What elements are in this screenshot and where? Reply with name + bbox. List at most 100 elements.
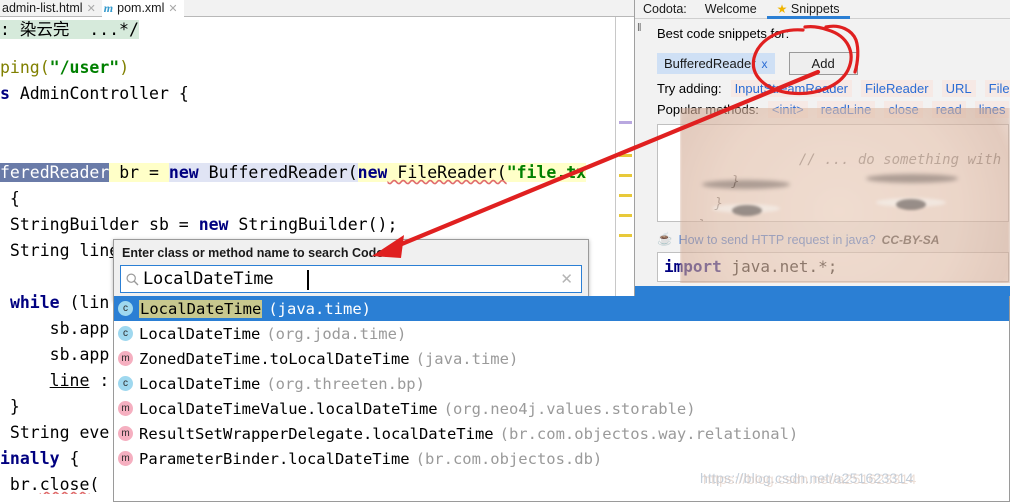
code-token: )	[119, 58, 130, 77]
code-token: "/user"	[49, 58, 120, 77]
snippet-source-link[interactable]: How to send HTTP request in java?	[679, 233, 876, 247]
scroll-marker[interactable]	[619, 121, 632, 124]
editor-tab-label: pom.xml	[117, 1, 165, 15]
code-token: br.	[0, 475, 40, 494]
code-token: feredReader	[0, 163, 110, 182]
chip-remove-icon[interactable]: x	[762, 57, 768, 71]
maven-file-icon: m	[103, 0, 114, 15]
code-token: }	[0, 397, 20, 416]
code-token: StringBuilder();	[228, 215, 398, 234]
search-result-name: LocalDateTime	[139, 374, 261, 393]
code-token: :	[89, 371, 110, 390]
code-token: AdminController {	[9, 84, 189, 103]
code-line: : 染云完 ...*/	[0, 17, 139, 43]
screenshot-root: admin-list.html ✕ m pom.xml ✕ : 染云完 ...*…	[0, 0, 1010, 502]
search-result-package: (br.com.objectos.way.relational)	[499, 424, 799, 443]
snippet2-keyword: import	[664, 257, 722, 276]
code-line: }	[0, 394, 20, 420]
code-token: inally	[0, 449, 60, 468]
query-chip-bufferedreader[interactable]: BufferedReader x	[657, 53, 775, 74]
search-result-item[interactable]: c LocalDateTime (org.joda.time)	[114, 321, 1009, 346]
search-result-package: (java.time)	[415, 349, 519, 368]
search-input-wrap[interactable]: ✕	[120, 265, 582, 293]
code-token: close	[39, 475, 90, 494]
search-result-package: (java.time)	[268, 299, 371, 318]
search-result-package: (org.joda.time)	[266, 324, 407, 343]
tool-window-drag-handle[interactable]: ‖	[637, 23, 647, 36]
popular-method-read[interactable]: read	[931, 101, 966, 118]
editor-tab-label: admin-list.html	[2, 1, 83, 15]
search-result-item[interactable]: c LocalDateTime (java.time)	[114, 296, 1009, 321]
snippet-code-block-2[interactable]: import java.net.*;	[657, 252, 1009, 282]
code-token: : 染云完 ...*/	[0, 20, 139, 39]
close-icon[interactable]: ✕	[168, 2, 177, 15]
add-button[interactable]: Add	[788, 52, 858, 75]
tab-welcome-label: Welcome	[704, 1, 757, 16]
scroll-marker[interactable]	[619, 234, 632, 237]
snippet-code-block[interactable]: // ... do something with } } }	[657, 124, 1009, 222]
method-kind-icon: m	[118, 351, 133, 366]
clear-x-icon[interactable]: ✕	[560, 270, 581, 288]
tab-snippets[interactable]: ★ Snippets	[766, 0, 850, 19]
scroll-marker[interactable]	[619, 214, 632, 217]
snippet2-rest: java.net.*;	[721, 257, 838, 276]
tab-welcome[interactable]: Welcome	[695, 0, 767, 19]
code-line: {	[0, 186, 20, 212]
search-result-item[interactable]: m ZonedDateTime.toLocalDateTime (java.tim…	[114, 346, 1009, 371]
code-token: {	[59, 449, 80, 468]
codota-search-dialog: Enter class or method name to search Cod…	[113, 239, 589, 301]
popular-methods-row: Popular methods: <init> readLine close r…	[657, 101, 1010, 118]
best-snippets-label: Best code snippets for:	[657, 26, 790, 41]
code-token: new	[357, 163, 388, 182]
try-adding-filein[interactable]: FileIn	[984, 80, 1010, 97]
code-line: line :	[0, 368, 110, 394]
try-adding-label: Try adding:	[657, 81, 722, 96]
editor-tab-admin-list[interactable]: admin-list.html ✕	[0, 0, 102, 17]
code-token: (	[89, 475, 100, 494]
popular-method-init[interactable]: <init>	[767, 101, 808, 118]
try-adding-inputstreamreader[interactable]: InputStreamReader	[730, 80, 853, 97]
scroll-marker[interactable]	[619, 174, 632, 177]
search-result-package: (org.neo4j.values.storable)	[443, 399, 696, 418]
class-kind-icon: c	[118, 326, 133, 341]
popular-method-readline[interactable]: readLine	[816, 101, 876, 118]
code-line: feredReader br = new BufferedReader(new …	[0, 160, 587, 186]
code-line: s AdminController {	[0, 81, 189, 107]
search-results-list[interactable]: c LocalDateTime (java.time) c LocalDateTime…	[113, 296, 1010, 502]
method-kind-icon: m	[118, 451, 133, 466]
code-token: while	[9, 293, 60, 312]
code-token: ping(	[0, 58, 50, 77]
search-result-name: LocalDateTime	[139, 324, 261, 343]
query-chip-row: BufferedReader x Add	[657, 52, 858, 75]
search-result-item[interactable]: m LocalDateTimeValue.localDateTime (org.n…	[114, 396, 1009, 421]
search-input[interactable]	[143, 269, 561, 289]
code-line: while (lin	[0, 290, 109, 316]
code-line: sb.app	[0, 342, 110, 368]
try-adding-url[interactable]: URL	[941, 80, 976, 97]
search-result-item[interactable]: c LocalDateTime (org.threeten.bp)	[114, 371, 1009, 396]
search-result-item[interactable]: m ResultSetWrapperDelegate.localDateTime …	[114, 421, 1009, 446]
code-token: String lin	[0, 241, 110, 260]
code-token: (lin	[59, 293, 110, 312]
editor-tab-pom[interactable]: m pom.xml ✕	[101, 0, 184, 17]
code-token: BufferedReader(	[198, 163, 358, 182]
popular-methods-label: Popular methods:	[657, 102, 759, 117]
popular-method-close[interactable]: close	[884, 101, 923, 118]
popular-method-lines[interactable]: lines	[974, 101, 1010, 118]
code-line: br.close(	[0, 472, 99, 494]
try-adding-filereader[interactable]: FileReader	[861, 80, 933, 97]
close-icon[interactable]: ✕	[87, 2, 96, 15]
code-token: "file.tx	[506, 163, 587, 182]
scroll-marker[interactable]	[619, 194, 632, 197]
code-line: String eve	[0, 420, 109, 446]
code-token: sb.app	[0, 345, 110, 364]
search-result-name: ZonedDateTime.toLocalDateTime	[139, 349, 410, 368]
code-token: br =	[109, 163, 169, 182]
search-result-item[interactable]: m ParameterBinder.localDateTime (br.com.o…	[114, 446, 1009, 471]
try-adding-row: Try adding: InputStreamReader FileReader…	[657, 80, 1010, 97]
search-result-name: LocalDateTimeValue.localDateTime	[139, 399, 438, 418]
snippet-source-row: ☕ How to send HTTP request in java? CC-B…	[657, 232, 1009, 247]
scroll-marker[interactable]	[619, 154, 632, 157]
codota-window-label: Codota:	[643, 2, 687, 16]
